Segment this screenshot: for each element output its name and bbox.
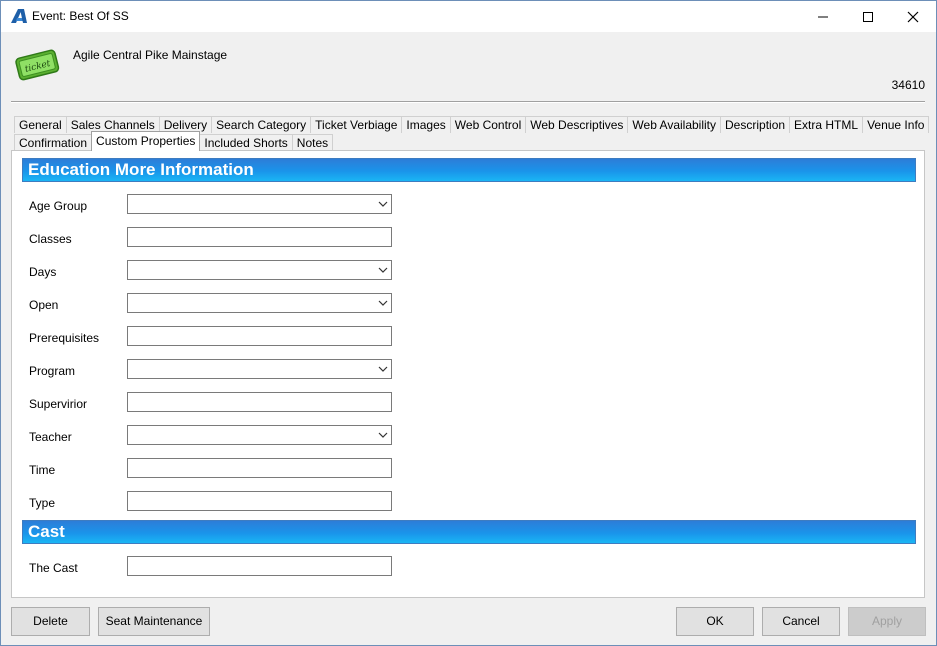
minimize-button[interactable] — [800, 1, 846, 32]
window-title: Event: Best Of SS — [32, 9, 129, 23]
event-window: Event: Best Of SS ticket Agile Central P… — [0, 0, 937, 646]
tab-extra-html[interactable]: Extra HTML — [789, 116, 864, 133]
tab-web-descriptives[interactable]: Web Descriptives — [525, 116, 629, 133]
ok-button[interactable]: OK — [676, 607, 754, 636]
field-label-the-cast: The Cast — [29, 561, 78, 575]
delete-button[interactable]: Delete — [11, 607, 90, 636]
prerequisites-input[interactable] — [127, 326, 392, 346]
age-group-dropdown[interactable] — [127, 194, 392, 214]
time-input[interactable] — [127, 458, 392, 478]
ticket-icon: ticket — [12, 45, 62, 83]
the-cast-input[interactable] — [127, 556, 392, 576]
supervirior-input[interactable] — [127, 392, 392, 412]
section-header-cast: Cast — [22, 520, 916, 544]
field-label-supervirior: Supervirior — [29, 397, 88, 411]
program-dropdown[interactable] — [127, 359, 392, 379]
tab-description[interactable]: Description — [720, 116, 791, 133]
type-input[interactable] — [127, 491, 392, 511]
chevron-down-icon — [378, 432, 388, 438]
app-logo-icon — [10, 8, 28, 24]
tab-web-availability[interactable]: Web Availability — [627, 116, 722, 133]
days-dropdown[interactable] — [127, 260, 392, 280]
field-label-classes: Classes — [29, 232, 72, 246]
field-label-program: Program — [29, 364, 76, 378]
classes-input[interactable] — [127, 227, 392, 247]
tab-images[interactable]: Images — [401, 116, 451, 133]
minimize-icon — [818, 16, 828, 18]
chevron-down-icon — [378, 201, 388, 207]
tab-ticket-verbiage[interactable]: Ticket Verbiage — [310, 116, 403, 133]
field-label-prerequisites: Prerequisites — [29, 331, 100, 345]
field-label-age-group: Age Group — [29, 199, 88, 213]
chevron-down-icon — [378, 366, 388, 372]
custom-properties-panel: Education More Information Age Group Class… — [11, 150, 925, 598]
close-button[interactable] — [890, 1, 936, 32]
tab-web-control[interactable]: Web Control — [449, 116, 527, 133]
tab-custom-properties[interactable]: Custom Properties — [91, 131, 201, 151]
tab-included-shorts[interactable]: Included Shorts — [199, 134, 293, 151]
tab-general[interactable]: General — [14, 116, 67, 133]
tab-search-category[interactable]: Search Category — [211, 116, 312, 133]
tab-confirmation[interactable]: Confirmation — [14, 134, 93, 151]
tab-strip-row-2: Confirmation Custom Properties Included Sh… — [14, 131, 334, 151]
field-label-time: Time — [29, 463, 56, 477]
field-label-teacher: Teacher — [29, 430, 72, 444]
cancel-button[interactable]: Cancel — [762, 607, 840, 636]
venue-name: Agile Central Pike Mainstage — [73, 48, 228, 62]
header-separator — [11, 101, 925, 103]
field-label-days: Days — [29, 265, 57, 279]
event-id: 34610 — [891, 78, 925, 92]
maximize-icon — [863, 12, 873, 22]
maximize-button[interactable] — [845, 1, 891, 32]
close-icon — [907, 11, 919, 23]
teacher-dropdown[interactable] — [127, 425, 392, 445]
chevron-down-icon — [378, 267, 388, 273]
tab-notes[interactable]: Notes — [291, 134, 334, 151]
chevron-down-icon — [378, 300, 388, 306]
tab-venue-info[interactable]: Venue Info — [862, 116, 930, 133]
seat-maintenance-button[interactable]: Seat Maintenance — [98, 607, 210, 636]
title-bar[interactable]: Event: Best Of SS — [1, 1, 936, 32]
field-label-type: Type — [29, 496, 56, 510]
apply-button[interactable]: Apply — [848, 607, 926, 636]
field-label-open: Open — [29, 298, 59, 312]
open-dropdown[interactable] — [127, 293, 392, 313]
section-header-education-more-information: Education More Information — [22, 158, 916, 182]
